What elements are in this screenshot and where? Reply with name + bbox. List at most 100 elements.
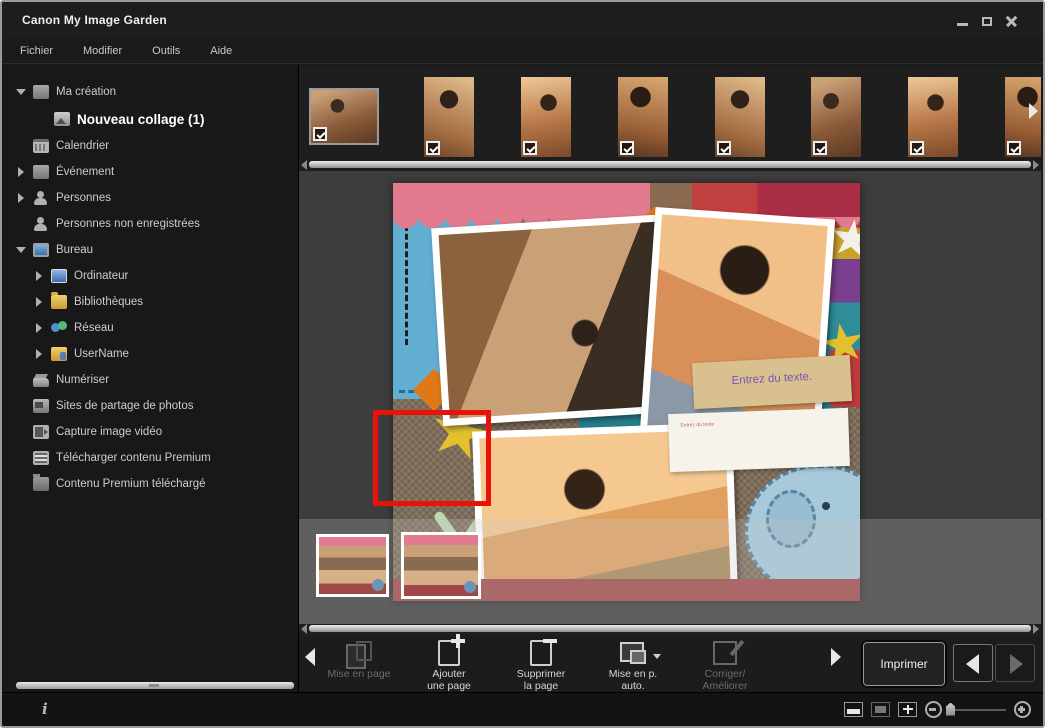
checkbox-checked-icon[interactable] <box>1007 141 1021 155</box>
computer-icon <box>51 269 67 283</box>
collage-icon <box>54 112 70 126</box>
sidebar-item-contenu-premium[interactable]: Contenu Premium téléchargé <box>2 471 298 497</box>
list-view-icon[interactable] <box>844 702 863 717</box>
sidebar-item-bureau[interactable]: Bureau <box>2 237 298 263</box>
photo-thumbnail-5[interactable] <box>715 77 765 157</box>
print-button[interactable]: Imprimer <box>863 642 945 686</box>
zoom-slider[interactable] <box>950 709 1006 711</box>
sidebar-item-username[interactable]: UserName <box>2 341 298 367</box>
photo-thumbnail-2[interactable] <box>424 77 474 157</box>
window-title: Canon My Image Garden <box>22 13 167 27</box>
fit-screen-icon[interactable] <box>898 702 917 717</box>
expander-down-icon[interactable] <box>16 245 26 255</box>
sidebar-item-bibliotheques[interactable]: Bibliothèques <box>2 289 298 315</box>
sidebar-item-evenement[interactable]: Événement <box>2 159 298 185</box>
creation-icon <box>33 85 49 99</box>
photo-thumbnail-7[interactable] <box>908 77 958 157</box>
page-thumbnail-1[interactable] <box>316 534 389 597</box>
info-icon[interactable]: i <box>42 700 48 718</box>
person-unregistered-icon <box>33 217 49 231</box>
sidebar-item-capture-video[interactable]: Capture image vidéo <box>2 419 298 445</box>
photo-thumbnail-1[interactable] <box>309 88 379 145</box>
video-capture-icon <box>33 425 49 439</box>
photo-sharing-icon <box>33 399 49 413</box>
expander-right-icon[interactable] <box>34 323 44 333</box>
expander-right-icon[interactable] <box>34 349 44 359</box>
dropdown-caret-icon[interactable] <box>653 654 661 659</box>
sidebar-item-reseau[interactable]: Réseau <box>2 315 298 341</box>
expander-right-icon[interactable] <box>16 193 26 203</box>
scrollbar-track[interactable] <box>309 625 1031 632</box>
sidebar-item-personnes-non-enregistrees[interactable]: Personnes non enregistrées <box>2 211 298 237</box>
photo-thumbnail-4[interactable] <box>618 77 668 157</box>
correct-enhance-button[interactable]: Corriger/Améliorer <box>683 638 767 692</box>
event-icon <box>33 165 49 179</box>
page-thumbnail-2[interactable] <box>401 532 481 599</box>
expander-right-icon[interactable] <box>34 297 44 307</box>
toolbar-next-icon[interactable] <box>831 648 841 666</box>
menu-modifier[interactable]: Modifier <box>83 45 122 57</box>
photo-thumbnail-6[interactable] <box>811 77 861 157</box>
photo-thumbnail-3[interactable] <box>521 77 571 157</box>
sidebar-item-label: Bureau <box>56 244 93 256</box>
scroll-right-icon[interactable] <box>1033 624 1039 634</box>
filmstrip-next-icon[interactable] <box>1029 103 1038 119</box>
expander-right-icon[interactable] <box>34 271 44 281</box>
sidebar-item-sites-partage[interactable]: Sites de partage de photos <box>2 393 298 419</box>
checkbox-checked-icon[interactable] <box>717 141 731 155</box>
next-arrow-icon <box>1010 654 1023 674</box>
page-prev-button[interactable] <box>953 644 993 682</box>
toolbar-prev-icon[interactable] <box>305 648 315 666</box>
checkbox-checked-icon[interactable] <box>813 141 827 155</box>
expander-down-icon[interactable] <box>16 87 26 97</box>
sidebar-item-ma-creation[interactable]: Ma création <box>2 79 298 105</box>
expander-right-icon[interactable] <box>16 167 26 177</box>
menu-outils[interactable]: Outils <box>152 45 180 57</box>
scrollbar-track[interactable] <box>309 161 1031 168</box>
auto-layout-button[interactable]: Mise en p.auto. <box>591 638 675 692</box>
sidebar-item-numeriser[interactable]: Numériser <box>2 367 298 393</box>
checkbox-checked-icon[interactable] <box>910 141 924 155</box>
filmstrip-scrollbar[interactable] <box>301 160 1039 169</box>
add-page-icon <box>438 640 460 666</box>
delete-page-button[interactable]: Supprimerla page <box>499 638 583 692</box>
delete-page-icon <box>530 640 552 666</box>
page-next-button[interactable] <box>995 644 1035 682</box>
sidebar-item-label: Personnes non enregistrées <box>56 218 200 230</box>
add-page-button[interactable]: Ajouterune page <box>407 638 491 692</box>
source-filmstrip <box>299 65 1041 160</box>
menu-fichier[interactable]: Fichier <box>20 45 53 57</box>
close-icon[interactable] <box>1006 16 1017 27</box>
main-panel: Entrez du texte. Entrez du texte Mise en… <box>298 65 1041 692</box>
thumbnail-view-icon[interactable] <box>871 702 890 717</box>
zoom-in-icon[interactable] <box>1014 701 1031 718</box>
layout-button[interactable]: Mise en page <box>317 638 401 680</box>
menu-aide[interactable]: Aide <box>210 45 232 57</box>
checkbox-checked-icon[interactable] <box>523 141 537 155</box>
scroll-right-icon[interactable] <box>1033 160 1039 170</box>
annotation-red-box <box>373 410 491 506</box>
sidebar-item-telecharger-premium[interactable]: Télécharger contenu Premium <box>2 445 298 471</box>
zoom-out-icon[interactable] <box>925 701 942 718</box>
sidebar-item-calendrier[interactable]: Calendrier <box>2 133 298 159</box>
network-icon <box>51 321 67 335</box>
scroll-left-icon[interactable] <box>301 624 307 634</box>
user-folder-icon <box>51 347 67 361</box>
checkbox-checked-icon[interactable] <box>313 127 327 141</box>
text-placeholder-small[interactable]: Entrez du texte <box>668 408 850 472</box>
premium-download-icon <box>33 451 49 465</box>
collage-awning <box>393 183 860 217</box>
sidebar-item-nouveau-collage[interactable]: Nouveau collage (1) <box>2 105 298 133</box>
sidebar-item-ordinateur[interactable]: Ordinateur <box>2 263 298 289</box>
checkbox-checked-icon[interactable] <box>426 141 440 155</box>
maximize-icon[interactable] <box>982 17 992 26</box>
sidebar-item-personnes[interactable]: Personnes <box>2 185 298 211</box>
sidebar-horizontal-scrollbar[interactable] <box>16 682 294 689</box>
scroll-left-icon[interactable] <box>301 160 307 170</box>
pages-scrollbar[interactable] <box>301 624 1039 633</box>
text-placeholder-large[interactable]: Entrez du texte. <box>692 355 852 409</box>
sidebar-item-label: Sites de partage de photos <box>56 400 193 412</box>
minimize-icon[interactable] <box>957 23 968 26</box>
zoom-slider-thumb[interactable] <box>946 703 955 716</box>
checkbox-checked-icon[interactable] <box>620 141 634 155</box>
